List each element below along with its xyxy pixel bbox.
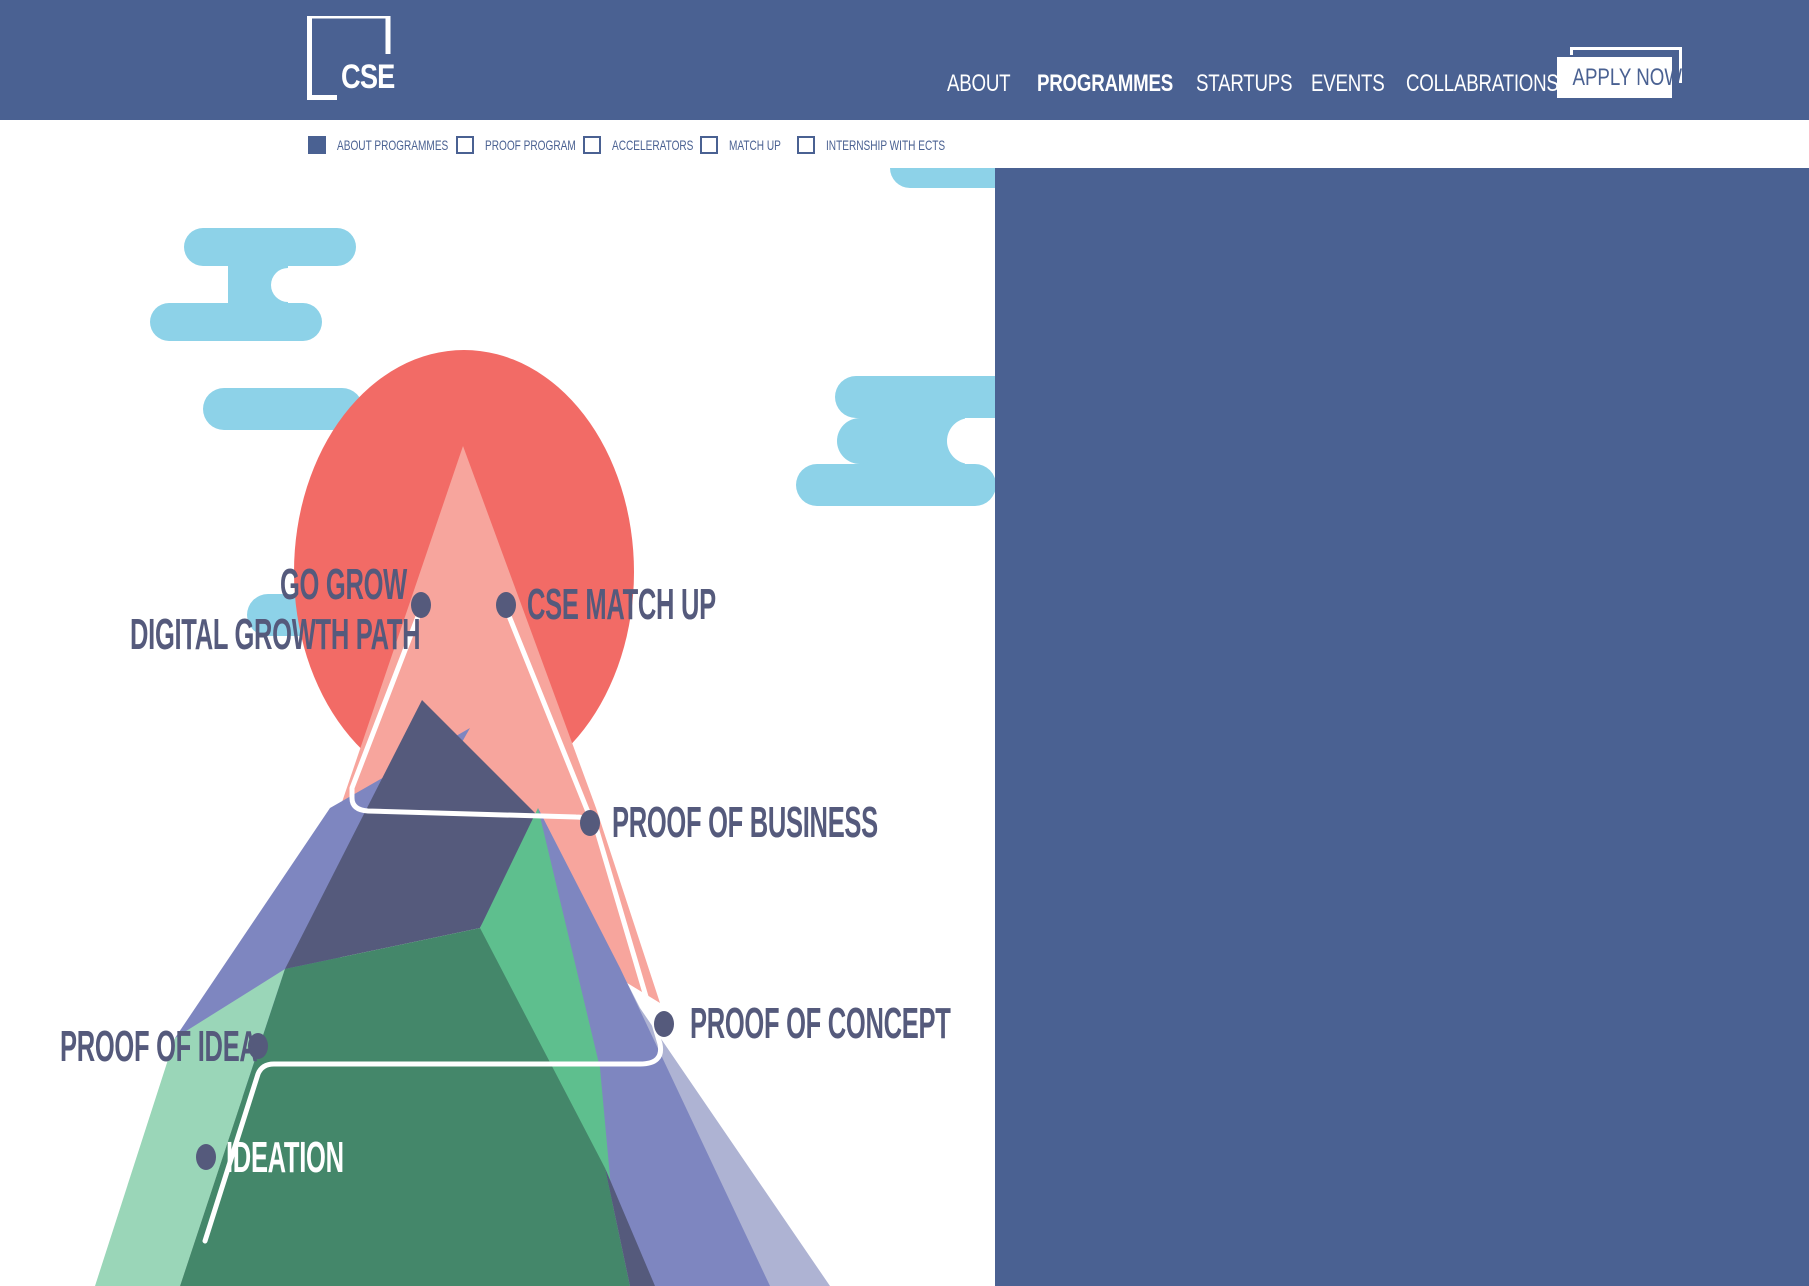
subnav-label: MATCH UP xyxy=(729,137,781,153)
cse-logo[interactable]: CSE xyxy=(307,16,395,100)
nav-collabrations[interactable]: COLLABRATIONS xyxy=(1406,72,1559,96)
subnav-internship-ects[interactable]: INTERNSHIP WITH ECTS xyxy=(797,136,991,154)
nav-events[interactable]: EVENTS xyxy=(1311,72,1385,96)
checkbox-icon[interactable] xyxy=(700,136,718,154)
checkbox-icon[interactable] xyxy=(456,136,474,154)
checkbox-icon[interactable] xyxy=(797,136,815,154)
checkbox-icon[interactable] xyxy=(308,136,326,154)
stage-label-digital-growth-path: DIGITAL GROWTH PATH xyxy=(130,610,421,659)
stage-label-go-grow: GO GROW xyxy=(280,560,407,609)
subnav-label: ABOUT PROGRAMMES xyxy=(337,137,449,153)
stage-label-proof-of-idea: PROOF OF IDEA xyxy=(60,1022,258,1071)
stage-label-proof-of-business: PROOF OF BUSINESS xyxy=(612,798,878,847)
checkbox-icon[interactable] xyxy=(583,136,601,154)
nav-programmes[interactable]: PROGRAMMES xyxy=(1037,72,1173,96)
subnav-label: INTERNSHIP WITH ECTS xyxy=(826,137,946,153)
subnav-label: ACCELERATORS xyxy=(612,137,694,153)
logo-text: CSE xyxy=(341,58,395,96)
programme-journey-illustration: GO GROW DIGITAL GROWTH PATH CSE MATCH UP… xyxy=(0,168,995,1286)
subnav-match-up[interactable]: MATCH UP xyxy=(700,136,801,154)
nav-startups[interactable]: STARTUPS xyxy=(1196,72,1292,96)
subnav-label: PROOF PROGRAM xyxy=(485,137,576,153)
stage-label-proof-of-concept: PROOF OF CONCEPT xyxy=(690,999,951,1048)
apply-now-button[interactable]: APPLY NOW xyxy=(1557,57,1682,98)
stage-label-cse-match-up: CSE MATCH UP xyxy=(527,580,716,629)
apply-now[interactable]: APPLY NOW xyxy=(1557,47,1682,101)
programmes-subnav: ABOUT PROGRAMMES PROOF PROGRAM ACCELERAT… xyxy=(0,120,1809,168)
stage-label-ideation: IDEATION xyxy=(226,1133,344,1182)
nav-about[interactable]: ABOUT xyxy=(947,72,1011,96)
apply-now-label: APPLY NOW xyxy=(1572,64,1683,91)
right-content-panel xyxy=(995,168,1809,1286)
site-header: CSE ABOUT PROGRAMMES STARTUPS EVENTS COL… xyxy=(0,0,1809,120)
mountain-illustration xyxy=(95,168,995,1286)
